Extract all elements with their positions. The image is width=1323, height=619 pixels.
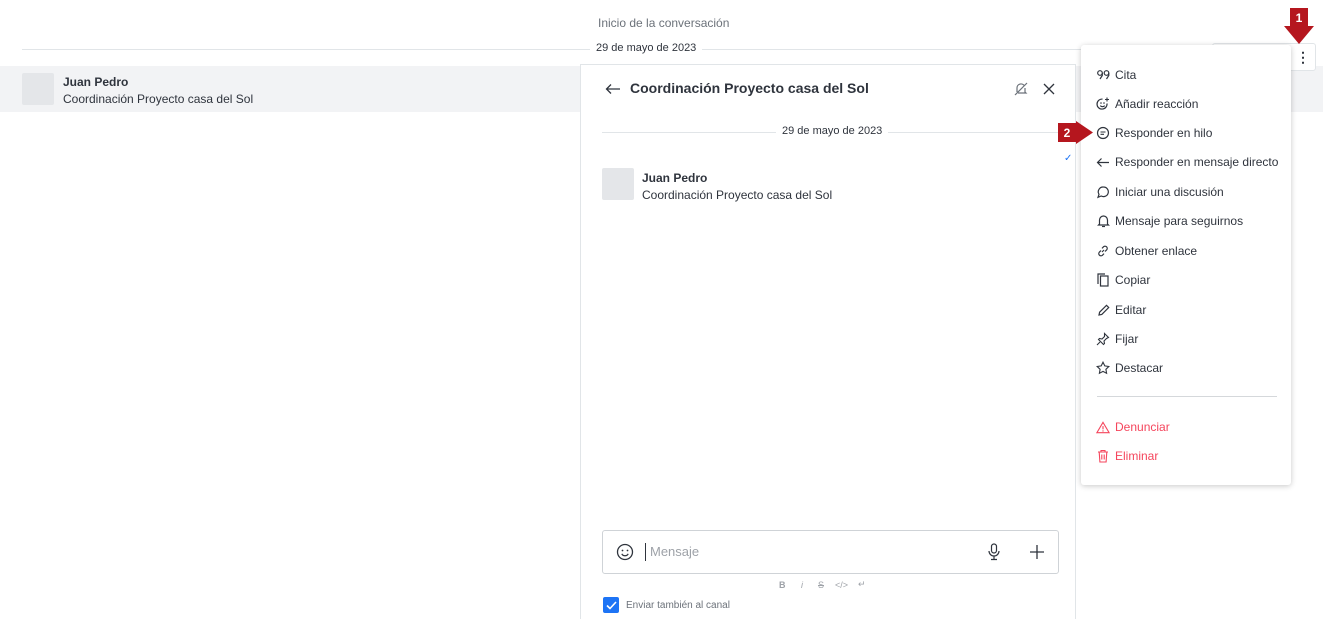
bell-off-icon[interactable]: [1012, 80, 1030, 98]
close-icon[interactable]: [1040, 80, 1058, 98]
menu-item-edit[interactable]: Editar: [1096, 300, 1146, 320]
microphone-icon[interactable]: [985, 542, 1003, 562]
copy-icon: [1096, 273, 1110, 287]
menu-separator: [1097, 396, 1277, 397]
read-check-icon: ✓: [1064, 153, 1073, 164]
bell-icon: [1096, 214, 1110, 228]
menu-item-label: Responder en mensaje directo: [1115, 155, 1279, 169]
emoji-icon[interactable]: [615, 542, 635, 562]
message-actions-menu: Cita Añadir reacción Responder en hilo R…: [1081, 45, 1291, 485]
link-icon: [1096, 244, 1110, 258]
menu-item-follow-message[interactable]: Mensaje para seguirnos: [1096, 211, 1243, 231]
format-strike-button[interactable]: S: [818, 580, 824, 590]
trash-icon: [1096, 449, 1110, 463]
menu-item-start-discussion[interactable]: Iniciar una discusión: [1096, 182, 1224, 202]
conversation-start-label: Inicio de la conversación: [598, 16, 730, 30]
also-send-label: Enviar también al canal: [626, 600, 730, 611]
format-italic-button[interactable]: i: [801, 580, 803, 590]
menu-item-copy[interactable]: Copiar: [1096, 270, 1150, 290]
format-bold-button[interactable]: B: [779, 580, 786, 590]
thread-avatar[interactable]: [602, 168, 634, 200]
menu-item-report[interactable]: Denunciar: [1096, 417, 1170, 437]
text-cursor: [645, 543, 646, 561]
pencil-icon: [1096, 303, 1110, 317]
thread-icon: [1096, 126, 1110, 140]
menu-item-label: Mensaje para seguirnos: [1115, 214, 1244, 228]
menu-item-get-link[interactable]: Obtener enlace: [1096, 241, 1197, 261]
step-1-badge: 1: [1290, 8, 1308, 27]
star-icon: [1096, 361, 1110, 375]
menu-item-label: Iniciar una discusión: [1115, 185, 1224, 199]
warning-icon: [1096, 420, 1110, 434]
pin-icon: [1096, 332, 1110, 346]
menu-item-label: Denunciar: [1115, 420, 1170, 434]
menu-item-label: Destacar: [1115, 361, 1164, 375]
menu-item-label: Responder en hilo: [1115, 126, 1213, 140]
menu-item-label: Editar: [1115, 303, 1147, 317]
step-1-arrow-icon: [1284, 26, 1314, 44]
menu-item-add-reaction[interactable]: Añadir reacción: [1096, 94, 1198, 114]
quote-icon: [1096, 68, 1110, 82]
avatar[interactable]: [22, 73, 54, 105]
menu-item-label: Obtener enlace: [1115, 244, 1198, 258]
format-code-button[interactable]: </>: [835, 580, 848, 590]
discussion-icon: [1096, 185, 1110, 199]
message-kebab-menu-button[interactable]: ⋮: [1292, 45, 1314, 69]
back-arrow-icon[interactable]: [604, 80, 622, 98]
format-multiline-button[interactable]: ↵: [858, 579, 866, 590]
menu-item-cita[interactable]: Cita: [1096, 65, 1136, 85]
menu-item-delete[interactable]: Eliminar: [1096, 446, 1158, 466]
step-2-badge: 2: [1058, 123, 1076, 142]
menu-item-label: Fijar: [1115, 332, 1139, 346]
thread-message-text: Coordinación Proyecto casa del Sol: [642, 188, 833, 202]
thread-title: Coordinación Proyecto casa del Sol: [630, 80, 869, 96]
plus-icon[interactable]: [1027, 542, 1047, 562]
reply-direct-icon: [1096, 155, 1110, 169]
date-divider-label: 29 de mayo de 2023: [590, 42, 703, 54]
message-author[interactable]: Juan Pedro: [63, 75, 128, 89]
menu-item-label: Copiar: [1115, 273, 1151, 287]
menu-item-label: Añadir reacción: [1115, 97, 1199, 111]
message-input[interactable]: Mensaje: [650, 544, 699, 559]
menu-item-star[interactable]: Destacar: [1096, 358, 1163, 378]
thread-date-label: 29 de mayo de 2023: [776, 125, 889, 137]
menu-item-pin[interactable]: Fijar: [1096, 329, 1138, 349]
add-reaction-icon: [1096, 97, 1110, 111]
also-send-checkbox[interactable]: [603, 597, 619, 613]
step-2-arrow-icon: [1076, 121, 1093, 144]
thread-message-author[interactable]: Juan Pedro: [642, 171, 707, 185]
menu-item-reply-direct[interactable]: Responder en mensaje directo: [1096, 152, 1278, 172]
message-text: Coordinación Proyecto casa del Sol: [63, 92, 254, 106]
menu-item-label: Cita: [1115, 68, 1137, 82]
menu-item-label: Eliminar: [1115, 449, 1159, 463]
menu-item-reply-in-thread[interactable]: Responder en hilo: [1096, 123, 1212, 143]
